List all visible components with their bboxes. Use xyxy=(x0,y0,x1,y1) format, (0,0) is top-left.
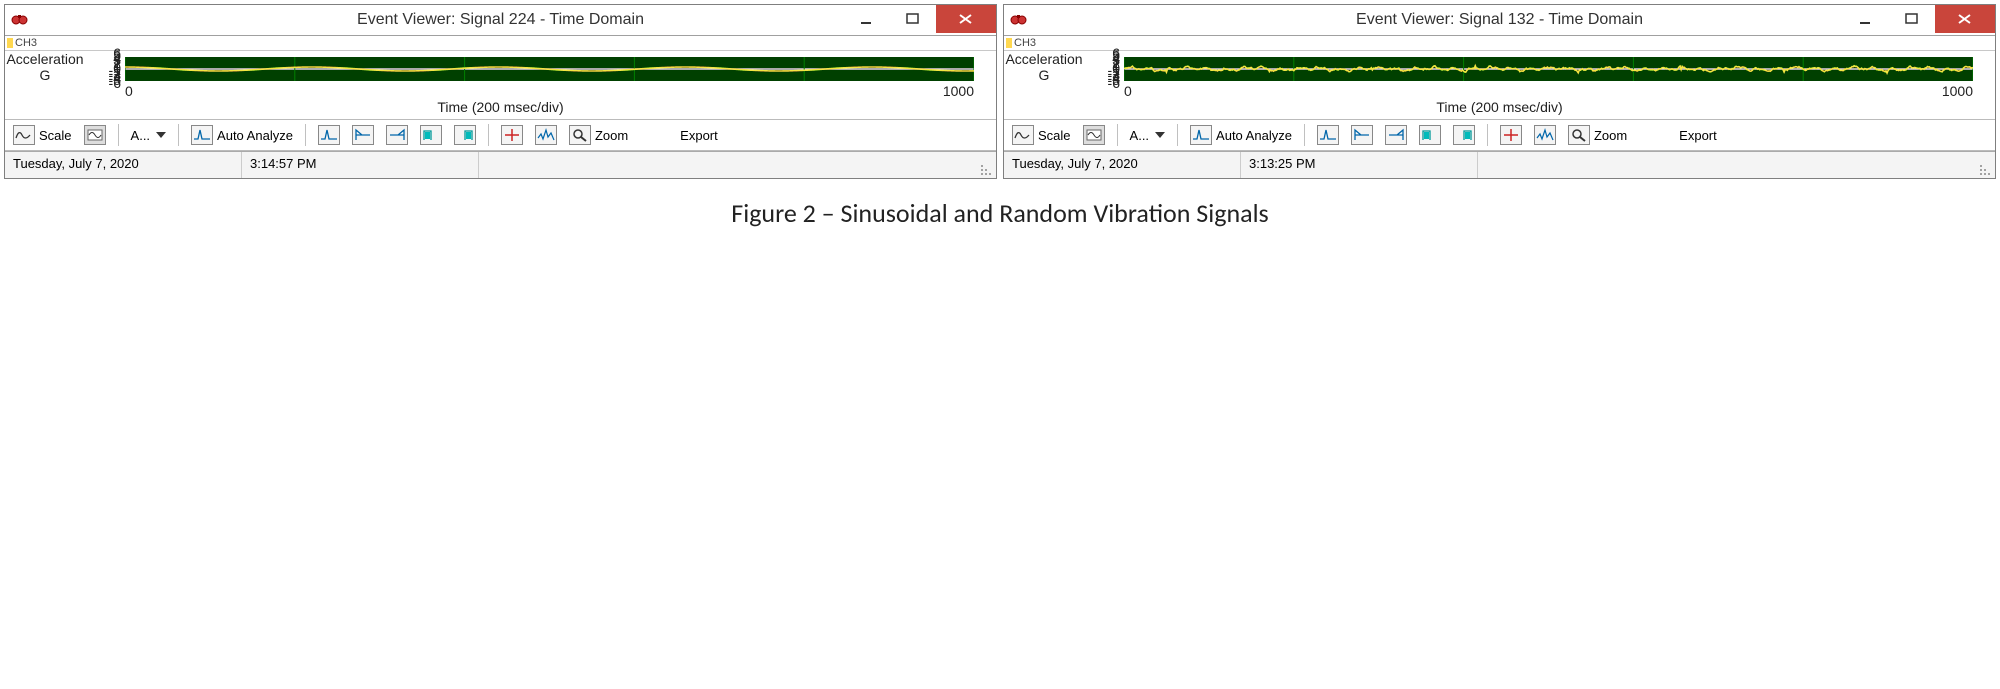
binoculars-icon xyxy=(11,12,33,28)
y-axis-label: AccelerationG xyxy=(1004,51,1084,83)
mag-icon xyxy=(569,125,591,145)
event-viewer-window: Event Viewer: Signal 132 - Time DomainCH… xyxy=(1003,4,1996,179)
event-viewer-window: Event Viewer: Signal 224 - Time DomainCH… xyxy=(4,4,997,179)
crosshair-button[interactable] xyxy=(1496,123,1526,147)
scale-label: Scale xyxy=(39,128,72,143)
trace-button[interactable] xyxy=(1530,123,1560,147)
resize-grip-icon[interactable] xyxy=(974,152,996,178)
stepL-icon xyxy=(420,125,442,145)
scale-label: Scale xyxy=(1038,128,1071,143)
peak-button[interactable] xyxy=(1313,123,1343,147)
pk-l-icon xyxy=(352,125,374,145)
binoculars-icon xyxy=(1010,12,1032,28)
spark-icon xyxy=(535,125,557,145)
pk-l-icon xyxy=(1351,125,1373,145)
marker-right-button[interactable] xyxy=(1381,123,1411,147)
scale-button[interactable]: Scale xyxy=(1008,123,1075,147)
pulse-icon xyxy=(318,125,340,145)
close-button[interactable] xyxy=(936,5,996,33)
status-time: 3:14:57 PM xyxy=(242,152,479,178)
toolbar: Scale A... Auto Analyze Zoom Export xyxy=(1004,119,1995,151)
scale-button[interactable]: Scale xyxy=(9,123,76,147)
marker-right-button[interactable] xyxy=(382,123,412,147)
zoom-label: Zoom xyxy=(1594,128,1627,143)
minimize-button[interactable] xyxy=(1843,5,1889,33)
marker-left-button[interactable] xyxy=(348,123,378,147)
stepR-icon xyxy=(1453,125,1475,145)
pulse-icon xyxy=(1190,125,1212,145)
y-axis-ticks: 6543210-1-2-3-4-5-6 xyxy=(85,51,125,83)
maximize-button[interactable] xyxy=(890,5,936,33)
x-axis-label: Time (200 msec/div) xyxy=(1004,99,1995,119)
marker-left-button[interactable] xyxy=(1347,123,1377,147)
preset-button[interactable] xyxy=(80,123,110,147)
analysis-dropdown[interactable]: A... xyxy=(1126,126,1170,145)
auto-analyze-button[interactable]: Auto Analyze xyxy=(187,123,297,147)
zoom-button[interactable]: Zoom xyxy=(565,123,632,147)
analysis-dropdown[interactable]: A... xyxy=(127,126,171,145)
status-date: Tuesday, July 7, 2020 xyxy=(1004,152,1241,178)
pk-r-icon xyxy=(1385,125,1407,145)
channel-label: CH3 xyxy=(1004,36,1995,51)
wave-icon xyxy=(13,125,35,145)
pulse-icon xyxy=(1317,125,1339,145)
box-icon xyxy=(1083,125,1105,145)
chart-canvas[interactable] xyxy=(125,57,974,81)
channel-label: CH3 xyxy=(5,36,996,51)
x-axis-ticks: 01000 xyxy=(125,83,996,99)
minimize-button[interactable] xyxy=(844,5,890,33)
pulse-icon xyxy=(191,125,213,145)
chart-canvas[interactable] xyxy=(1124,57,1973,81)
mag-icon xyxy=(1568,125,1590,145)
status-date: Tuesday, July 7, 2020 xyxy=(5,152,242,178)
status-bar: Tuesday, July 7, 20203:14:57 PM xyxy=(5,151,996,178)
plot-area: AccelerationG6543210-1-2-3-4-5-601000Tim… xyxy=(1004,51,1995,119)
status-bar: Tuesday, July 7, 20203:13:25 PM xyxy=(1004,151,1995,178)
maximize-button[interactable] xyxy=(1889,5,1935,33)
zoom-label: Zoom xyxy=(595,128,628,143)
close-button[interactable] xyxy=(1935,5,1995,33)
cross-icon xyxy=(501,125,523,145)
peak-button[interactable] xyxy=(314,123,344,147)
pk-r-icon xyxy=(386,125,408,145)
x-axis-ticks: 01000 xyxy=(1124,83,1995,99)
x-axis-label: Time (200 msec/div) xyxy=(5,99,996,119)
spark-icon xyxy=(1534,125,1556,145)
crosshair-button[interactable] xyxy=(497,123,527,147)
chevron-down-icon xyxy=(156,132,166,138)
region-right-button[interactable] xyxy=(450,123,480,147)
wave-icon xyxy=(1012,125,1034,145)
region-left-button[interactable] xyxy=(1415,123,1445,147)
auto-analyze-label: Auto Analyze xyxy=(1216,128,1292,143)
titlebar[interactable]: Event Viewer: Signal 132 - Time Domain xyxy=(1004,5,1995,36)
figure-caption: Figure 2 – Sinusoidal and Random Vibrati… xyxy=(0,183,2000,237)
y-axis-label: AccelerationG xyxy=(5,51,85,83)
status-time: 3:13:25 PM xyxy=(1241,152,1478,178)
export-button[interactable]: Export xyxy=(1675,126,1721,145)
preset-button[interactable] xyxy=(1079,123,1109,147)
export-button[interactable]: Export xyxy=(676,126,722,145)
zoom-button[interactable]: Zoom xyxy=(1564,123,1631,147)
region-left-button[interactable] xyxy=(416,123,446,147)
auto-analyze-button[interactable]: Auto Analyze xyxy=(1186,123,1296,147)
box-icon xyxy=(84,125,106,145)
plot-area: AccelerationG6543210-1-2-3-4-5-601000Tim… xyxy=(5,51,996,119)
toolbar: Scale A... Auto Analyze Zoom Export xyxy=(5,119,996,151)
y-axis-ticks: 6543210-1-2-3-4-5-6 xyxy=(1084,51,1124,83)
chevron-down-icon xyxy=(1155,132,1165,138)
trace-button[interactable] xyxy=(531,123,561,147)
stepR-icon xyxy=(454,125,476,145)
titlebar[interactable]: Event Viewer: Signal 224 - Time Domain xyxy=(5,5,996,36)
auto-analyze-label: Auto Analyze xyxy=(217,128,293,143)
cross-icon xyxy=(1500,125,1522,145)
region-right-button[interactable] xyxy=(1449,123,1479,147)
resize-grip-icon[interactable] xyxy=(1973,152,1995,178)
stepL-icon xyxy=(1419,125,1441,145)
